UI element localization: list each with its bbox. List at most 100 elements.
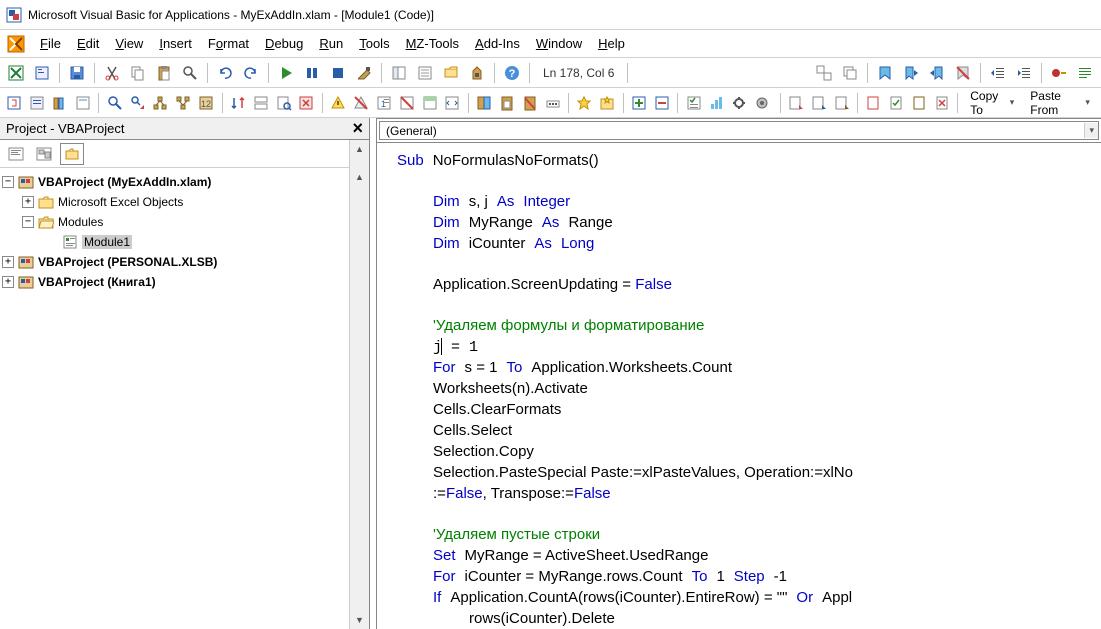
- find-icon[interactable]: [178, 61, 202, 85]
- mz-fav-procedures-icon[interactable]: [574, 91, 595, 115]
- mz-find-icon[interactable]: [104, 91, 125, 115]
- mz-insert-code-icon[interactable]: [629, 91, 650, 115]
- reset-icon[interactable]: [326, 61, 350, 85]
- object-browser-icon[interactable]: [439, 61, 463, 85]
- save-icon[interactable]: [65, 61, 89, 85]
- mz-xml-doc-icon[interactable]: [442, 91, 463, 115]
- mz-external-tools-icon[interactable]: [729, 91, 750, 115]
- menu-run[interactable]: Run: [311, 32, 351, 55]
- mz-export-blue-icon[interactable]: [808, 91, 829, 115]
- tree-module1[interactable]: Module1: [82, 235, 132, 249]
- mz-replace-icon[interactable]: [127, 91, 148, 115]
- mz-tools-icon[interactable]: [6, 34, 26, 54]
- undo-icon[interactable]: [213, 61, 237, 85]
- tree-excel-objects[interactable]: Microsoft Excel Objects: [58, 195, 183, 209]
- menu-format[interactable]: Format: [200, 32, 257, 55]
- mz-split-icon[interactable]: [250, 91, 271, 115]
- project-explorer-icon[interactable]: [387, 61, 411, 85]
- cut-icon[interactable]: [100, 61, 124, 85]
- mz-line-numbers-icon[interactable]: 1: [373, 91, 394, 115]
- window-cascade-icon[interactable]: [838, 61, 862, 85]
- menu-file[interactable]: File: [32, 32, 69, 55]
- outdent-icon[interactable]: [1012, 61, 1036, 85]
- design-mode-icon[interactable]: [352, 61, 376, 85]
- mz-header-icon[interactable]: [419, 91, 440, 115]
- mz-remove-error-icon[interactable]: [351, 91, 372, 115]
- mz-doc-brown-icon[interactable]: [909, 91, 930, 115]
- bookmark-clear-icon[interactable]: [951, 61, 975, 85]
- menu-window[interactable]: Window: [528, 32, 590, 55]
- bookmark-prev-icon[interactable]: [925, 61, 949, 85]
- mz-new-module-icon[interactable]: [27, 91, 48, 115]
- mz-review-icon[interactable]: [273, 91, 294, 115]
- tree-toggle-icon[interactable]: +: [22, 196, 34, 208]
- toggle-folders-icon[interactable]: [60, 143, 84, 165]
- copy-to-dropdown[interactable]: Copy To: [963, 86, 1021, 120]
- tree-toggle-icon[interactable]: +: [2, 256, 14, 268]
- indent-icon[interactable]: [986, 61, 1010, 85]
- paste-from-dropdown[interactable]: Paste From: [1023, 86, 1097, 120]
- menu-tools[interactable]: Tools: [351, 32, 397, 55]
- tree-toggle-icon[interactable]: −: [22, 216, 34, 228]
- menu-insert[interactable]: Insert: [151, 32, 200, 55]
- view-object-icon[interactable]: [32, 143, 56, 165]
- code-editor[interactable]: Sub NoFormulasNoFormats() Dim s, j As In…: [377, 143, 1101, 629]
- insert-module-icon[interactable]: [30, 61, 54, 85]
- mz-clear-clipboards-icon[interactable]: [519, 91, 540, 115]
- mz-code-library-icon[interactable]: [50, 91, 71, 115]
- tree-root-1[interactable]: VBAProject (MyExAddIn.xlam): [38, 175, 211, 189]
- mz-code-template-icon[interactable]: [73, 91, 94, 115]
- project-tree[interactable]: − VBAProject (MyExAddIn.xlam) + Microsof…: [0, 168, 349, 629]
- mz-method-callers-icon[interactable]: [173, 91, 194, 115]
- mz-sort-icon[interactable]: [227, 91, 248, 115]
- mz-export-brown-icon[interactable]: [831, 91, 852, 115]
- mz-task-list-icon[interactable]: [683, 91, 704, 115]
- window-list-icon[interactable]: [812, 61, 836, 85]
- run-icon[interactable]: [274, 61, 298, 85]
- mz-doc-red-icon[interactable]: [863, 91, 884, 115]
- copy-icon[interactable]: [126, 61, 150, 85]
- breakpoint-icon[interactable]: [1047, 61, 1071, 85]
- mz-dead-code-icon[interactable]: [296, 91, 317, 115]
- tree-toggle-icon[interactable]: +: [2, 276, 14, 288]
- mz-export-red-icon[interactable]: [786, 91, 807, 115]
- mz-remove-code-icon[interactable]: [652, 91, 673, 115]
- project-pane-close-icon[interactable]: ×: [352, 118, 363, 139]
- code-object-dropdown[interactable]: (General): [379, 121, 1099, 140]
- mz-remove-line-numbers-icon[interactable]: [396, 91, 417, 115]
- tree-root-2[interactable]: VBAProject (PERSONAL.XLSB): [38, 255, 217, 269]
- break-icon[interactable]: [300, 61, 324, 85]
- menu-help[interactable]: Help: [590, 32, 633, 55]
- mz-procedure-callers-icon[interactable]: [150, 91, 171, 115]
- mz-new-procedure-icon[interactable]: [4, 91, 25, 115]
- view-excel-icon[interactable]: [4, 61, 28, 85]
- project-tree-scrollbar[interactable]: ▲▼: [349, 168, 369, 629]
- menu-view[interactable]: View: [107, 32, 151, 55]
- mz-doc-check-icon[interactable]: [886, 91, 907, 115]
- bookmark-toggle-icon[interactable]: [873, 61, 897, 85]
- menu-mztools[interactable]: MZ-Tools: [398, 32, 467, 55]
- menu-debug[interactable]: Debug: [257, 32, 311, 55]
- mz-tab-index-icon[interactable]: 12: [196, 91, 217, 115]
- mz-statistics-icon[interactable]: [706, 91, 727, 115]
- mz-convert-icon[interactable]: [474, 91, 495, 115]
- menu-edit[interactable]: Edit: [69, 32, 107, 55]
- properties-icon[interactable]: [413, 61, 437, 85]
- mz-autotype-icon[interactable]: [542, 91, 563, 115]
- mz-fav-solutions-icon[interactable]: [597, 91, 618, 115]
- toolbox-icon[interactable]: [465, 61, 489, 85]
- redo-icon[interactable]: [239, 61, 263, 85]
- project-toolbar-scroll[interactable]: ▲: [349, 140, 369, 168]
- mz-error-handler-icon[interactable]: [328, 91, 349, 115]
- menu-addins[interactable]: Add-Ins: [467, 32, 528, 55]
- comment-icon[interactable]: [1073, 61, 1097, 85]
- mz-private-clipboards-icon[interactable]: [497, 91, 518, 115]
- paste-icon[interactable]: [152, 61, 176, 85]
- view-code-icon[interactable]: [4, 143, 28, 165]
- mz-options-icon[interactable]: [752, 91, 773, 115]
- help-icon[interactable]: ?: [500, 61, 524, 85]
- tree-modules[interactable]: Modules: [58, 215, 103, 229]
- bookmark-next-icon[interactable]: [899, 61, 923, 85]
- mz-doc-x-icon[interactable]: [932, 91, 953, 115]
- tree-root-3[interactable]: VBAProject (Книга1): [38, 275, 156, 289]
